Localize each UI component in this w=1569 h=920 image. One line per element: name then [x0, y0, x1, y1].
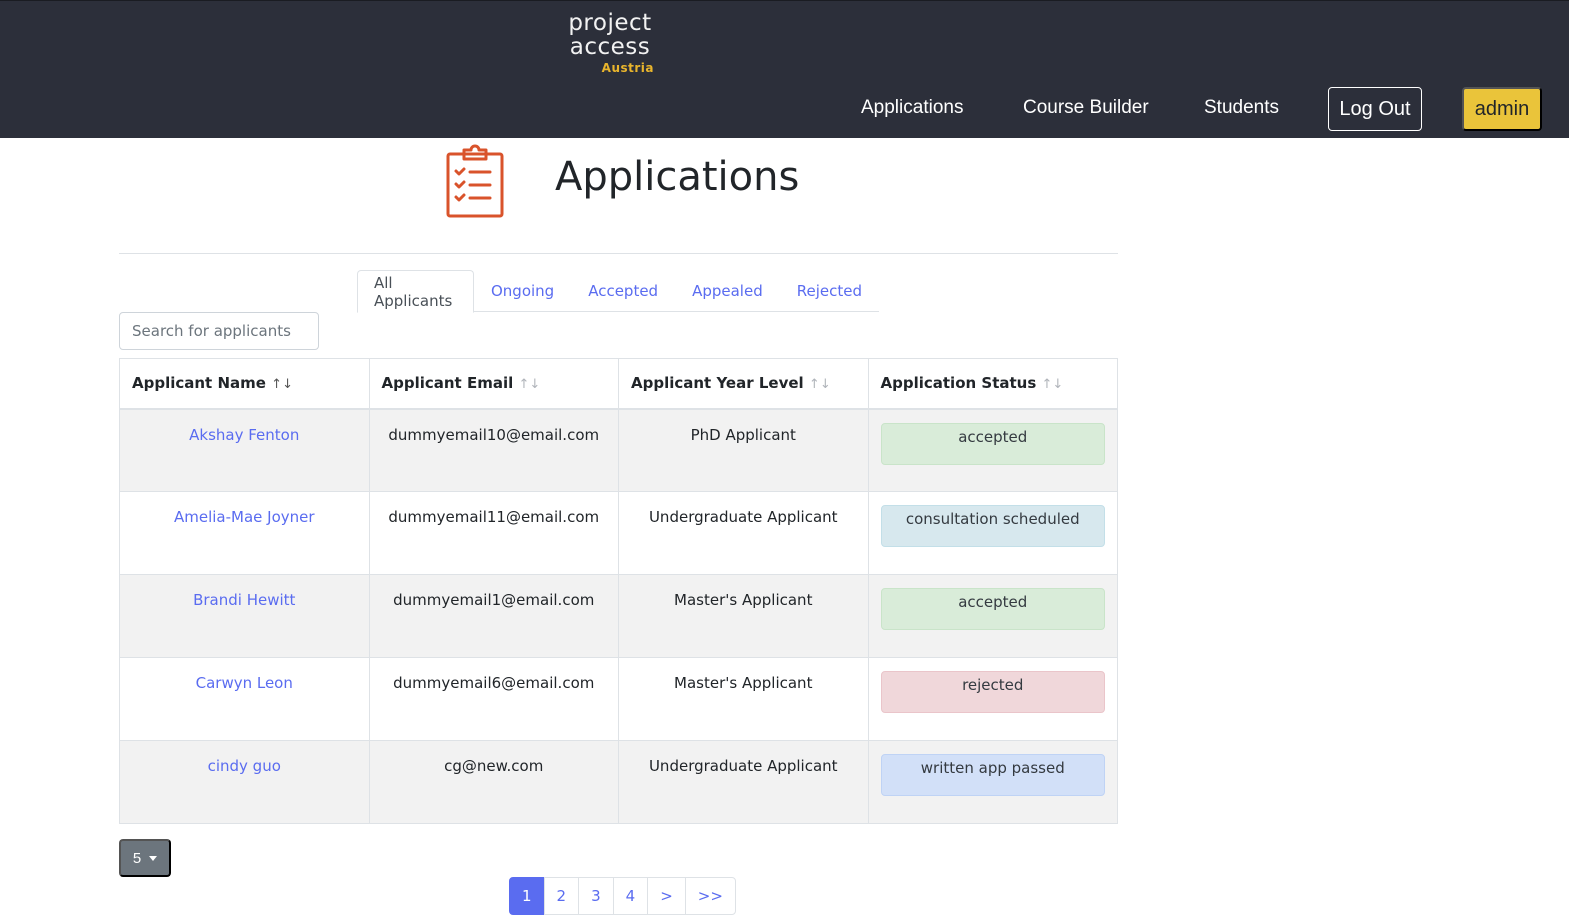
cell-status: rejected	[867, 657, 1118, 741]
cell-email: cg@new.com	[368, 740, 619, 824]
applicant-year-level: Undergraduate Applicant	[648, 508, 838, 526]
applicant-name-link[interactable]: Amelia-Mae Joyner	[174, 508, 315, 526]
applicant-name-link[interactable]: Akshay Fenton	[189, 426, 299, 444]
header-divider	[119, 253, 1118, 254]
applicant-email: dummyemail1@email.com	[393, 591, 595, 609]
column-header-status[interactable]: Application Status ↑↓	[867, 358, 1118, 410]
cell-year-level: Undergraduate Applicant	[618, 740, 869, 824]
sort-icon[interactable]: ↑↓	[809, 377, 831, 392]
status-badge[interactable]: consultation scheduled	[880, 505, 1105, 547]
column-header-label: Applicant Year Level	[631, 374, 804, 393]
tab-rejected[interactable]: Rejected	[780, 270, 879, 312]
column-header-label: Applicant Email	[381, 374, 514, 393]
clipboard-checklist-icon	[444, 144, 506, 220]
table-header-row: Applicant Name ↑↓ Applicant Email ↑↓ App…	[119, 358, 1118, 410]
applicant-year-level: PhD Applicant	[690, 425, 796, 444]
cell-name: Brandi Hewitt	[119, 574, 370, 658]
applicant-year-level: Undergraduate Applicant	[648, 757, 838, 775]
last-page-button[interactable]: >>	[684, 877, 736, 915]
cell-email: dummyemail11@email.com	[368, 491, 619, 575]
column-header-name[interactable]: Applicant Name ↑↓	[119, 358, 370, 410]
applicant-email: cg@new.com	[444, 757, 544, 775]
pagination: 1 2 3 4 > >>	[509, 877, 736, 915]
cell-email: dummyemail6@email.com	[368, 657, 619, 741]
table-row: Akshay Fenton dummyemail10@email.com PhD A…	[119, 408, 1118, 492]
tab-ongoing[interactable]: Ongoing	[474, 270, 571, 312]
page-button-3[interactable]: 3	[578, 877, 614, 915]
search-applicants-input[interactable]	[119, 312, 319, 350]
cell-email: dummyemail10@email.com	[368, 408, 619, 492]
caret-down-icon	[149, 855, 158, 861]
tab-appealed[interactable]: Appealed	[675, 270, 780, 312]
nav-link-applications[interactable]: Applications	[861, 97, 963, 119]
page-size-value: 5	[132, 849, 142, 867]
logo-text-access: access	[569, 34, 651, 60]
column-header-label: Application Status	[880, 374, 1037, 393]
cell-name: Amelia-Mae Joyner	[119, 491, 370, 575]
column-header-year-level[interactable]: Applicant Year Level ↑↓	[618, 358, 869, 410]
page-button-4[interactable]: 4	[612, 877, 649, 915]
column-header-label: Applicant Name	[132, 374, 266, 393]
status-tabs: All Applicants Ongoing Accepted Appealed…	[357, 270, 879, 313]
applicant-year-level: Master's Applicant	[674, 591, 813, 609]
cell-status: consultation scheduled	[867, 491, 1118, 575]
status-badge[interactable]: written app passed	[880, 754, 1105, 796]
status-badge[interactable]: rejected	[880, 671, 1105, 713]
cell-status: accepted	[867, 574, 1118, 658]
cell-year-level: Master's Applicant	[618, 574, 869, 658]
sort-icon[interactable]: ↑↓	[518, 377, 540, 392]
logout-button[interactable]: Log Out	[1328, 87, 1422, 131]
nav-link-students[interactable]: Students	[1204, 97, 1279, 119]
applicant-email: dummyemail11@email.com	[388, 508, 600, 526]
cell-name: Carwyn Leon	[119, 657, 370, 741]
cell-year-level: PhD Applicant	[618, 408, 869, 492]
cell-name: cindy guo	[119, 740, 370, 824]
table-body: Akshay Fenton dummyemail10@email.com PhD A…	[119, 408, 1118, 824]
sort-icon[interactable]: ↑↓	[271, 377, 293, 392]
applicants-table: Applicant Name ↑↓ Applicant Email ↑↓ App…	[119, 358, 1118, 824]
brand-logo[interactable]: project access Austria	[548, 11, 672, 81]
applicant-email: dummyemail6@email.com	[393, 674, 595, 692]
page-button-2[interactable]: 2	[543, 877, 580, 915]
applicant-email: dummyemail10@email.com	[388, 425, 600, 444]
page-title: Applications	[555, 154, 800, 200]
applicant-name-link[interactable]: Carwyn Leon	[196, 674, 293, 692]
cell-email: dummyemail1@email.com	[368, 574, 619, 658]
cell-status: written app passed	[867, 740, 1118, 824]
table-row: Carwyn Leon dummyemail6@email.com Master's…	[119, 657, 1118, 741]
page-size-dropdown[interactable]: 5	[119, 839, 171, 877]
applicant-year-level: Master's Applicant	[674, 674, 813, 692]
table-row: Brandi Hewitt dummyemail1@email.com Master…	[119, 574, 1118, 658]
admin-user-button[interactable]: admin	[1462, 87, 1542, 131]
nav-link-course-builder[interactable]: Course Builder	[1023, 97, 1149, 119]
logo-text-austria: Austria	[601, 61, 654, 75]
sort-icon[interactable]: ↑↓	[1042, 377, 1064, 392]
cell-name: Akshay Fenton	[119, 408, 370, 492]
status-badge[interactable]: accepted	[880, 588, 1105, 630]
table-row: cindy guo cg@new.com Undergraduate Applica…	[119, 740, 1118, 824]
cell-status: accepted	[867, 408, 1118, 492]
applicant-name-link[interactable]: Brandi Hewitt	[193, 591, 295, 609]
applicant-name-link[interactable]: cindy guo	[208, 757, 281, 775]
top-navbar: project access Austria Applications Cour…	[0, 0, 1569, 138]
next-page-button[interactable]: >	[647, 877, 686, 915]
tab-accepted[interactable]: Accepted	[571, 270, 675, 312]
logo-text-project: project	[568, 10, 652, 36]
cell-year-level: Master's Applicant	[618, 657, 869, 741]
page-button-1[interactable]: 1	[509, 877, 545, 915]
status-badge[interactable]: accepted	[880, 422, 1105, 465]
table-row: Amelia-Mae Joyner dummyemail11@email.com U…	[119, 491, 1118, 575]
tab-all-applicants[interactable]: All Applicants	[357, 270, 474, 313]
column-header-email[interactable]: Applicant Email ↑↓	[368, 358, 619, 410]
cell-year-level: Undergraduate Applicant	[618, 491, 869, 575]
